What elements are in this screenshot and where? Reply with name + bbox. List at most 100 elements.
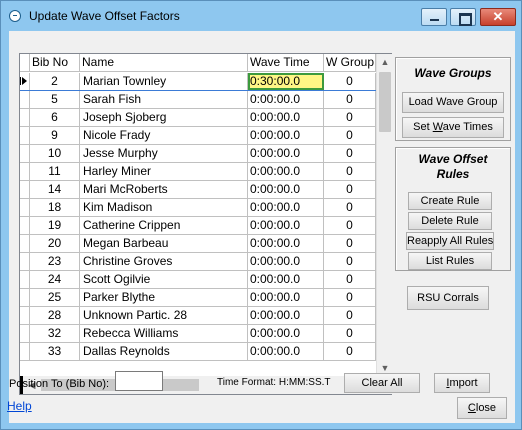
cell-name[interactable]: Joseph Sjoberg [80,109,248,126]
maximize-button[interactable] [450,8,476,26]
cell-wave-time[interactable]: 0:00:00.0 [248,217,324,234]
column-header-bib[interactable]: Bib No [30,54,80,72]
cell-wave-time[interactable]: 0:00:00.0 [248,343,324,360]
table-row[interactable]: 23 Christine Groves 0:00:00.0 0 [20,253,376,271]
cell-wave-time[interactable]: 0:00:00.0 [248,307,324,324]
row-selector[interactable] [20,217,30,234]
table-row[interactable]: 18 Kim Madison 0:00:00.0 0 [20,199,376,217]
cell-bib-no[interactable]: 32 [30,325,80,342]
vertical-scrollbar[interactable]: ▲ ▼ [376,54,392,376]
cell-name[interactable]: Kim Madison [80,199,248,216]
row-selector[interactable] [20,181,30,198]
rsu-corrals-button[interactable]: RSU Corrals [407,286,489,310]
column-header-name[interactable]: Name [80,54,248,72]
table-row[interactable]: 10 Jesse Murphy 0:00:00.0 0 [20,145,376,163]
cell-bib-no[interactable]: 11 [30,163,80,180]
position-to-input[interactable] [115,371,163,391]
cell-wave-group[interactable]: 0 [324,199,376,216]
cell-wave-time[interactable]: 0:00:00.0 [248,253,324,270]
row-selector[interactable] [20,145,30,162]
table-row[interactable]: 25 Parker Blythe 0:00:00.0 0 [20,289,376,307]
cell-bib-no[interactable]: 33 [30,343,80,360]
row-selector[interactable] [20,235,30,252]
cell-bib-no[interactable]: 14 [30,181,80,198]
title-bar[interactable]: Update Wave Offset Factors ✕ [1,1,521,31]
row-selector[interactable] [20,199,30,216]
cell-name[interactable]: Mari McRoberts [80,181,248,198]
cell-wave-group[interactable]: 0 [324,91,376,108]
cell-wave-group[interactable]: 0 [324,127,376,144]
cell-wave-time[interactable]: 0:00:00.0 [248,325,324,342]
cell-wave-time[interactable]: 0:00:00.0 [248,163,324,180]
column-header-wave-time[interactable]: Wave Time [248,54,324,72]
table-row[interactable]: 14 Mari McRoberts 0:00:00.0 0 [20,181,376,199]
table-row[interactable]: 9 Nicole Frady 0:00:00.0 0 [20,127,376,145]
cell-bib-no[interactable]: 9 [30,127,80,144]
cell-name[interactable]: Harley Miner [80,163,248,180]
close-button[interactable]: Close [457,397,507,419]
cell-bib-no[interactable]: 25 [30,289,80,306]
list-rules-button[interactable]: List Rules [408,252,492,270]
minimize-button[interactable] [421,8,447,26]
cell-wave-time[interactable]: 0:00:00.0 [248,91,324,108]
cell-wave-group[interactable]: 0 [324,73,376,90]
cell-name[interactable]: Dallas Reynolds [80,343,248,360]
cell-name[interactable]: Christine Groves [80,253,248,270]
clear-all-button[interactable]: Clear All [344,373,420,393]
table-row[interactable]: 32 Rebecca Williams 0:00:00.0 0 [20,325,376,343]
cell-wave-group[interactable]: 0 [324,325,376,342]
table-row[interactable]: 24 Scott Ogilvie 0:00:00.0 0 [20,271,376,289]
cell-wave-group[interactable]: 0 [324,343,376,360]
import-button[interactable]: Import [434,373,490,393]
cell-name[interactable]: Unknown Partic. 28 [80,307,248,324]
table-row[interactable]: 19 Catherine Crippen 0:00:00.0 0 [20,217,376,235]
cell-name[interactable]: Parker Blythe [80,289,248,306]
load-wave-group-button[interactable]: Load Wave Group [402,92,504,113]
table-row[interactable]: 6 Joseph Sjoberg 0:00:00.0 0 [20,109,376,127]
cell-wave-group[interactable]: 0 [324,145,376,162]
cell-wave-group[interactable]: 0 [324,253,376,270]
cell-name[interactable]: Megan Barbeau [80,235,248,252]
row-selector[interactable] [20,289,30,306]
column-header-wave-group[interactable]: W Group [324,54,376,72]
row-selector[interactable] [20,73,30,90]
cell-bib-no[interactable]: 6 [30,109,80,126]
cell-bib-no[interactable]: 19 [30,217,80,234]
row-selector[interactable] [20,163,30,180]
close-window-button[interactable]: ✕ [480,8,516,26]
cell-wave-time[interactable]: 0:00:00.0 [248,271,324,288]
cell-name[interactable]: Rebecca Williams [80,325,248,342]
table-row[interactable]: 5 Sarah Fish 0:00:00.0 0 [20,91,376,109]
cell-name[interactable]: Sarah Fish [80,91,248,108]
cell-bib-no[interactable]: 20 [30,235,80,252]
table-row[interactable]: 33 Dallas Reynolds 0:00:00.0 0 [20,343,376,361]
cell-wave-group[interactable]: 0 [324,181,376,198]
cell-name[interactable]: Catherine Crippen [80,217,248,234]
help-link[interactable]: Help [7,399,32,413]
cell-wave-time[interactable]: 0:00:00.0 [248,127,324,144]
cell-wave-group[interactable]: 0 [324,163,376,180]
cell-wave-group[interactable]: 0 [324,289,376,306]
cell-bib-no[interactable]: 5 [30,91,80,108]
row-selector[interactable] [20,109,30,126]
table-row[interactable]: 2 Marian Townley 0:30:00.0 0 [20,73,376,91]
cell-bib-no[interactable]: 2 [30,73,80,90]
row-selector[interactable] [20,343,30,360]
cell-bib-no[interactable]: 10 [30,145,80,162]
row-selector[interactable] [20,307,30,324]
vertical-scroll-thumb[interactable] [379,72,391,132]
row-selector[interactable] [20,127,30,144]
cell-wave-group[interactable]: 0 [324,271,376,288]
row-selector[interactable] [20,253,30,270]
cell-wave-group[interactable]: 0 [324,217,376,234]
set-wave-times-button[interactable]: Set Wave Times [402,117,504,138]
cell-name[interactable]: Scott Ogilvie [80,271,248,288]
row-selector[interactable] [20,91,30,108]
scroll-up-icon[interactable]: ▲ [377,54,393,70]
cell-wave-time[interactable]: 0:00:00.0 [248,235,324,252]
table-row[interactable]: 20 Megan Barbeau 0:00:00.0 0 [20,235,376,253]
cell-wave-time[interactable]: 0:00:00.0 [248,181,324,198]
reapply-all-rules-button[interactable]: Reapply All Rules [406,232,494,250]
cell-wave-time[interactable]: 0:00:00.0 [248,109,324,126]
table-row[interactable]: 11 Harley Miner 0:00:00.0 0 [20,163,376,181]
